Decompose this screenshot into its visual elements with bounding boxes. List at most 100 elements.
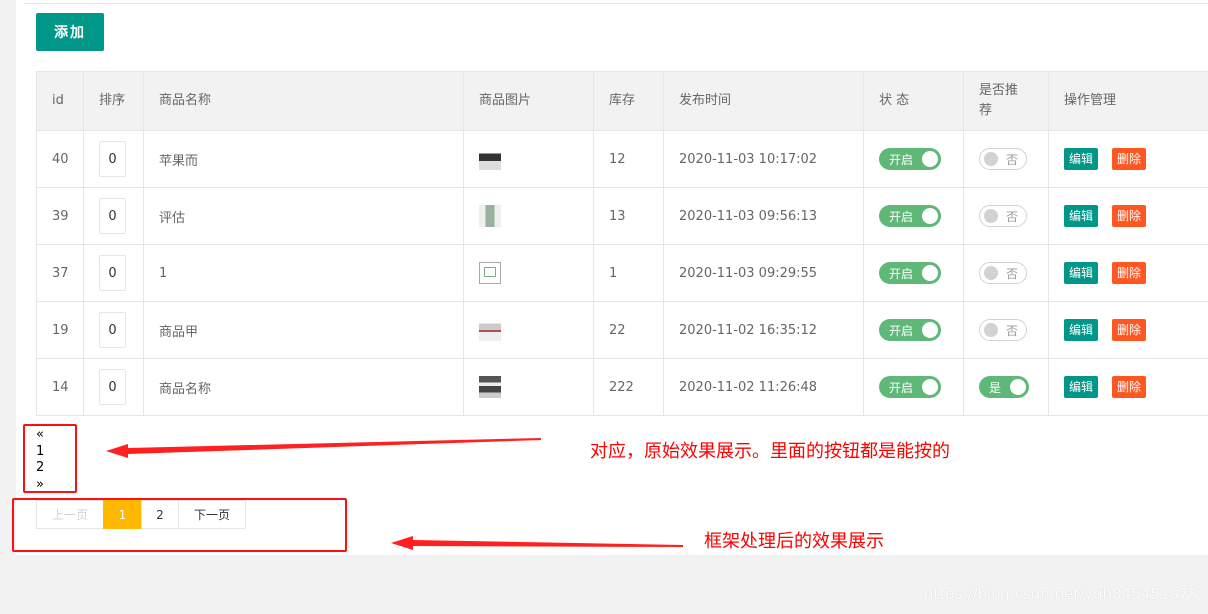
- cell-actions: 编辑 删除: [1048, 301, 1208, 359]
- table-row: 14 商品名称 222 2020-11-02 11:26:48 开启 是 编辑删…: [36, 358, 1208, 416]
- cell-name: 1: [143, 244, 464, 302]
- sort-input[interactable]: [99, 255, 126, 291]
- cell-id: 37: [36, 244, 84, 302]
- product-table: id 排序 商品名称 商品图片 库存 发布时间 状 态 是否推荐 操作管理 40…: [36, 71, 1208, 416]
- cell-image: [463, 301, 594, 359]
- cell-time: 2020-11-02 11:26:48: [663, 358, 864, 416]
- recommend-switch[interactable]: 否: [979, 319, 1027, 341]
- table-header-row: id 排序 商品名称 商品图片 库存 发布时间 状 态 是否推荐 操作管理: [36, 71, 1208, 131]
- cell-stock: 22: [593, 301, 664, 359]
- edit-button[interactable]: 编辑: [1064, 205, 1099, 227]
- recommend-switch[interactable]: 否: [979, 262, 1027, 284]
- cell-sort: [83, 358, 144, 416]
- cell-sort: [83, 244, 144, 302]
- switch-knob: [922, 379, 938, 395]
- header-recommend-line2: 荐: [979, 103, 993, 118]
- cell-recommend: 是: [963, 358, 1049, 416]
- recommend-switch-label: 否: [1005, 267, 1018, 281]
- watermark: https://blog.csdn.net/yqh845451078: [923, 585, 1198, 603]
- delete-button[interactable]: 删除: [1112, 262, 1147, 284]
- switch-knob: [922, 265, 938, 281]
- cell-id: 19: [36, 301, 84, 359]
- cell-recommend: 否: [963, 130, 1049, 188]
- cell-id: 14: [36, 358, 84, 416]
- recommend-switch[interactable]: 是: [979, 376, 1029, 398]
- annotation-framework-text: 框架处理后的效果展示: [704, 531, 884, 552]
- header-actions: 操作管理: [1048, 71, 1208, 131]
- cell-status: 开启: [863, 187, 964, 245]
- header-stock: 库存: [593, 71, 664, 131]
- delete-button[interactable]: 删除: [1112, 319, 1147, 341]
- product-thumbnail[interactable]: [479, 205, 501, 227]
- cell-actions: 编辑 删除: [1048, 130, 1208, 188]
- cell-recommend: 否: [963, 187, 1049, 245]
- status-switch-label: 开启: [889, 267, 914, 281]
- cell-recommend: 否: [963, 244, 1049, 302]
- cell-image: [463, 244, 594, 302]
- cell-name: 评估: [143, 187, 464, 245]
- switch-knob: [922, 151, 938, 167]
- product-thumbnail[interactable]: [479, 376, 501, 398]
- delete-button[interactable]: 删除: [1112, 148, 1147, 170]
- recommend-switch-label: 否: [1005, 324, 1018, 338]
- cell-actions: 编辑 删除: [1048, 187, 1208, 245]
- header-name: 商品名称: [143, 71, 464, 131]
- edit-button[interactable]: 编辑: [1064, 376, 1099, 398]
- cell-time: 2020-11-03 10:17:02: [663, 130, 864, 188]
- status-switch[interactable]: 开启: [879, 262, 941, 284]
- cell-status: 开启: [863, 301, 964, 359]
- cell-stock: 222: [593, 358, 664, 416]
- status-switch-label: 开启: [889, 381, 914, 395]
- add-button[interactable]: 添加: [36, 13, 104, 51]
- sort-input[interactable]: [99, 141, 126, 177]
- header-status: 状 态: [863, 71, 964, 131]
- annotation-arrow-raw-icon: [106, 438, 541, 458]
- cell-stock: 12: [593, 130, 664, 188]
- switch-knob: [984, 152, 998, 166]
- cell-id: 39: [36, 187, 84, 245]
- cell-name: 商品名称: [143, 358, 464, 416]
- sort-input[interactable]: [99, 369, 126, 405]
- status-switch[interactable]: 开启: [879, 319, 941, 341]
- cell-recommend: 否: [963, 301, 1049, 359]
- status-switch[interactable]: 开启: [879, 205, 941, 227]
- recommend-switch[interactable]: 否: [979, 205, 1027, 227]
- cell-time: 2020-11-03 09:56:13: [663, 187, 864, 245]
- table-row: 39 评估 13 2020-11-03 09:56:13 开启 否 编辑删除: [36, 187, 1208, 245]
- cell-stock: 13: [593, 187, 664, 245]
- status-switch-label: 开启: [889, 153, 914, 167]
- header-recommend: 是否推荐: [963, 71, 1049, 131]
- header-recommend-line1: 是否推: [979, 83, 1019, 98]
- edit-button[interactable]: 编辑: [1064, 262, 1099, 284]
- status-switch[interactable]: 开启: [879, 376, 941, 398]
- status-switch[interactable]: 开启: [879, 148, 941, 170]
- header-id: id: [36, 71, 84, 131]
- sort-input[interactable]: [99, 312, 126, 348]
- edit-button[interactable]: 编辑: [1064, 148, 1099, 170]
- header-sort: 排序: [83, 71, 144, 131]
- delete-button[interactable]: 删除: [1112, 205, 1147, 227]
- recommend-switch-label: 是: [989, 381, 1002, 395]
- cell-sort: [83, 301, 144, 359]
- sort-input[interactable]: [99, 198, 126, 234]
- cell-actions: 编辑 删除: [1048, 244, 1208, 302]
- recommend-switch-label: 否: [1005, 153, 1018, 167]
- broken-image-icon[interactable]: [479, 262, 501, 284]
- cell-time: 2020-11-03 09:29:55: [663, 244, 864, 302]
- cell-name: 商品甲: [143, 301, 464, 359]
- cell-image: [463, 130, 594, 188]
- status-switch-label: 开启: [889, 324, 914, 338]
- table-row: 19 商品甲 22 2020-11-02 16:35:12 开启 否 编辑删除: [36, 301, 1208, 359]
- table-row: 37 1 1 2020-11-03 09:29:55 开启 否 编辑删除: [36, 244, 1208, 302]
- recommend-switch[interactable]: 否: [979, 148, 1027, 170]
- edit-button[interactable]: 编辑: [1064, 319, 1099, 341]
- switch-knob: [984, 323, 998, 337]
- recommend-switch-label: 否: [1005, 210, 1018, 224]
- cell-sort: [83, 187, 144, 245]
- product-thumbnail[interactable]: [479, 148, 501, 170]
- table-row: 40 苹果而 12 2020-11-03 10:17:02 开启 否 编辑删除: [36, 130, 1208, 188]
- product-thumbnail[interactable]: [479, 319, 501, 341]
- cell-actions: 编辑 删除: [1048, 358, 1208, 416]
- switch-knob: [922, 208, 938, 224]
- delete-button[interactable]: 删除: [1112, 376, 1147, 398]
